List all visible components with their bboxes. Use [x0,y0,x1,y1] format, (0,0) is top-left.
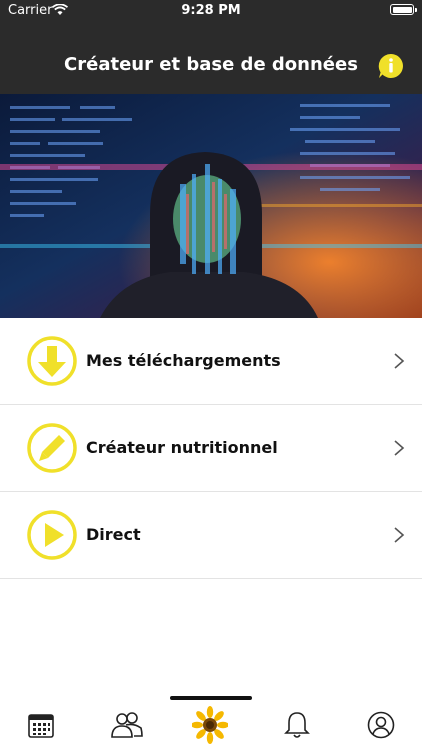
status-bar: Carrier 9:28 PM [0,0,422,22]
menu-item-label: Mes téléchargements [86,351,281,370]
menu-list: Mes téléchargements Créateur nutritionne… [0,318,422,579]
menu-item-label: Créateur nutritionnel [86,438,278,457]
clock: 9:28 PM [181,3,241,18]
hero-image [0,94,422,318]
user-icon[interactable] [366,710,396,740]
bell-icon[interactable] [282,710,312,740]
chevron-right-icon [394,527,405,543]
calendar-icon[interactable] [26,710,56,740]
menu-item-nutrition-creator[interactable]: Créateur nutritionnel [0,405,422,492]
pen-icon [27,423,77,473]
people-icon[interactable] [110,710,144,740]
chevron-right-icon [394,440,405,456]
menu-item-downloads[interactable]: Mes téléchargements [0,318,422,405]
page-title: Créateur et base de données [64,54,358,75]
menu-item-live[interactable]: Direct [0,492,422,579]
chevron-right-icon [394,353,405,369]
play-icon [27,510,77,560]
tab-bar [0,702,422,750]
home-indicator [170,696,252,700]
menu-item-label: Direct [86,525,141,544]
info-icon[interactable] [377,52,405,80]
sunflower-icon[interactable] [192,706,228,744]
nav-header: Créateur et base de données [0,22,422,94]
battery-icon [390,4,417,15]
download-arrow-icon [27,336,77,386]
